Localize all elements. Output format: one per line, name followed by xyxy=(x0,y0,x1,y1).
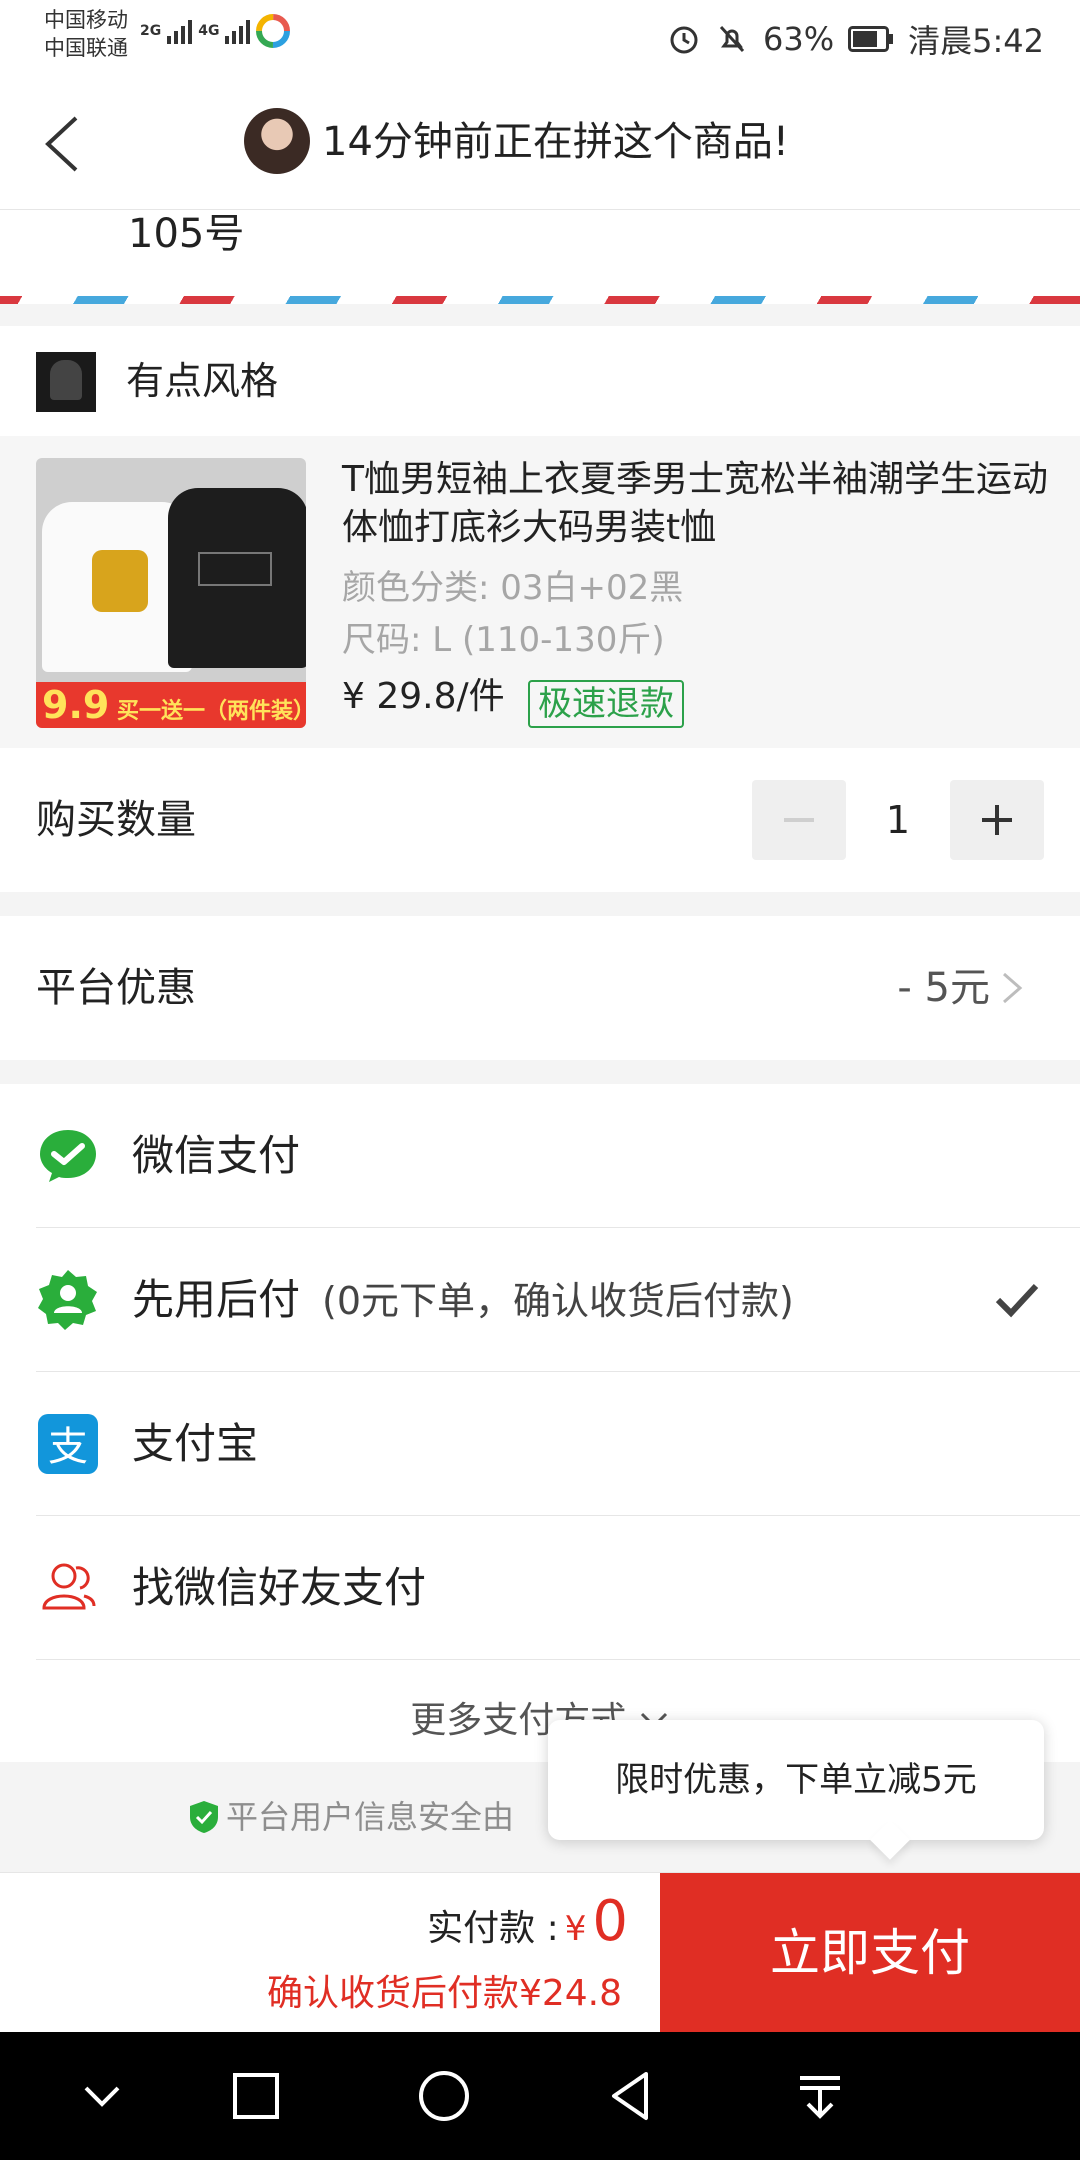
clock: 清晨5:42 xyxy=(908,22,1044,60)
product-color: 颜色分类: 03白+02黑 xyxy=(342,568,684,608)
decrease-button[interactable] xyxy=(752,780,846,860)
security-text-wrap: 平台用户信息安全由 xyxy=(188,1786,514,1848)
discount-value: - 5元 xyxy=(897,965,990,1011)
section-gap xyxy=(0,1060,1080,1084)
back-arrow-icon[interactable] xyxy=(36,104,96,184)
wechat-pay-label: 微信支付 xyxy=(132,1131,301,1180)
chevron-right-icon xyxy=(1003,972,1023,1004)
nav-home-icon[interactable] xyxy=(414,2066,474,2126)
quantity-label: 购买数量 xyxy=(36,797,196,843)
product-price: ¥ 29.8/件 xyxy=(342,676,505,717)
paid-amount: 实付款 : ¥ 0 xyxy=(427,1889,628,1969)
carrier-1: 中国移动 xyxy=(44,8,128,32)
pay-option-alipay[interactable]: 支 支付宝 xyxy=(0,1372,1080,1516)
carrier-2: 中国联通 xyxy=(44,36,128,60)
svg-text:支: 支 xyxy=(48,1424,88,1470)
pay-later-badge-icon xyxy=(38,1270,97,1330)
platform-discount-row[interactable]: 平台优惠 - 5元 xyxy=(0,916,1080,1060)
pay-later-label: 先用后付 (0元下单，确认收货后付款) xyxy=(132,1268,794,1333)
alipay-label: 支付宝 xyxy=(132,1419,259,1468)
badge-text: 买一送一（两件装） xyxy=(117,699,306,724)
friend-pay-label: 找微信好友支付 xyxy=(132,1563,427,1612)
shield-icon xyxy=(190,1801,218,1833)
status-right: 63% 清晨5:42 xyxy=(667,16,1044,62)
store-name: 有点风格 xyxy=(126,359,279,403)
discount-label: 平台优惠 xyxy=(36,965,196,1011)
battery-percent: 63% xyxy=(763,20,835,58)
status-bar: 中国移动 中国联通 2G 4G 63% 清晨5:42 xyxy=(0,0,1080,76)
signal-icon xyxy=(167,18,193,44)
currency-symbol: ¥ xyxy=(564,1909,587,1949)
airmail-border xyxy=(0,296,1080,304)
pay-option-wechat[interactable]: 微信支付 xyxy=(0,1084,1080,1228)
user-avatar xyxy=(244,108,310,174)
friends-icon xyxy=(42,1563,96,1610)
nav-recents-icon[interactable] xyxy=(226,2066,286,2126)
address-text: 105号 xyxy=(128,211,245,257)
checkout-bar: 实付款 : ¥ 0 确认收货后付款¥24.8 立即支付 xyxy=(0,1872,1080,2033)
battery-icon xyxy=(848,26,894,52)
refund-tag: 极速退款 xyxy=(528,680,684,728)
section-gap xyxy=(0,892,1080,916)
paid-label: 实付款 : xyxy=(427,1908,559,1949)
quantity-row: 购买数量 1 xyxy=(0,748,1080,892)
pay-later-title: 先用后付 xyxy=(132,1275,301,1324)
header: 14分钟前正在拼这个商品! xyxy=(0,76,1080,210)
product-card[interactable]: 9.9 买一送一（两件装） T恤男短袖上衣夏季男士宽松半袖潮学生运动体恤打底衫大… xyxy=(0,436,1080,748)
shipping-address[interactable]: 105号 xyxy=(0,210,1080,298)
app-notification-icon xyxy=(256,14,291,48)
pay-option-pay-later[interactable]: 先用后付 (0元下单，确认收货后付款) xyxy=(0,1228,1080,1372)
wechat-pay-icon xyxy=(40,1130,96,1182)
pay-after-delivery-note: 确认收货后付款¥24.8 xyxy=(266,1973,622,2014)
badge-price: 9.9 xyxy=(42,683,110,727)
black-shirt-image xyxy=(168,488,306,668)
alipay-icon: 支 xyxy=(38,1414,98,1474)
increase-button[interactable] xyxy=(950,780,1044,860)
nav-notification-icon[interactable] xyxy=(790,2066,850,2126)
checkmark-icon xyxy=(995,1283,1039,1318)
promo-badge: 9.9 买一送一（两件装） xyxy=(36,682,306,728)
nav-back-icon[interactable] xyxy=(600,2066,660,2126)
product-thumbnail: 9.9 买一送一（两件装） xyxy=(36,458,306,728)
network-indicators: 2G 4G xyxy=(140,14,291,48)
product-title: T恤男短袖上衣夏季男士宽松半袖潮学生运动体恤打底衫大码男装t恤 xyxy=(342,459,1048,548)
store-row[interactable]: 有点风格 xyxy=(0,326,1080,436)
network-type-2: 4G xyxy=(198,23,220,39)
paid-value: 0 xyxy=(592,1889,628,1954)
pay-later-subtitle: (0元下单，确认收货后付款) xyxy=(322,1279,794,1323)
page-title: 14分钟前正在拼这个商品! xyxy=(322,119,789,165)
pay-option-friend[interactable]: 找微信好友支付 xyxy=(0,1516,1080,1660)
system-nav-bar xyxy=(0,2032,1080,2160)
nav-collapse-icon[interactable] xyxy=(72,2066,132,2126)
product-size: 尺码: L (110-130斤) xyxy=(342,620,665,660)
quantity-value[interactable]: 1 xyxy=(846,780,950,860)
signal-icon-2 xyxy=(225,18,251,44)
security-text: 平台用户信息安全由 xyxy=(226,1798,515,1836)
pay-now-button[interactable]: 立即支付 xyxy=(660,1873,1080,2033)
network-type-1: 2G xyxy=(140,23,162,39)
silent-bell-icon xyxy=(719,25,745,53)
alarm-icon xyxy=(670,26,698,54)
section-gap xyxy=(0,304,1080,326)
promo-tooltip: 限时优惠，下单立减5元 xyxy=(548,1720,1044,1840)
carrier-info: 中国移动 中国联通 xyxy=(44,6,128,62)
minus-icon xyxy=(784,818,814,822)
store-logo xyxy=(36,352,96,412)
